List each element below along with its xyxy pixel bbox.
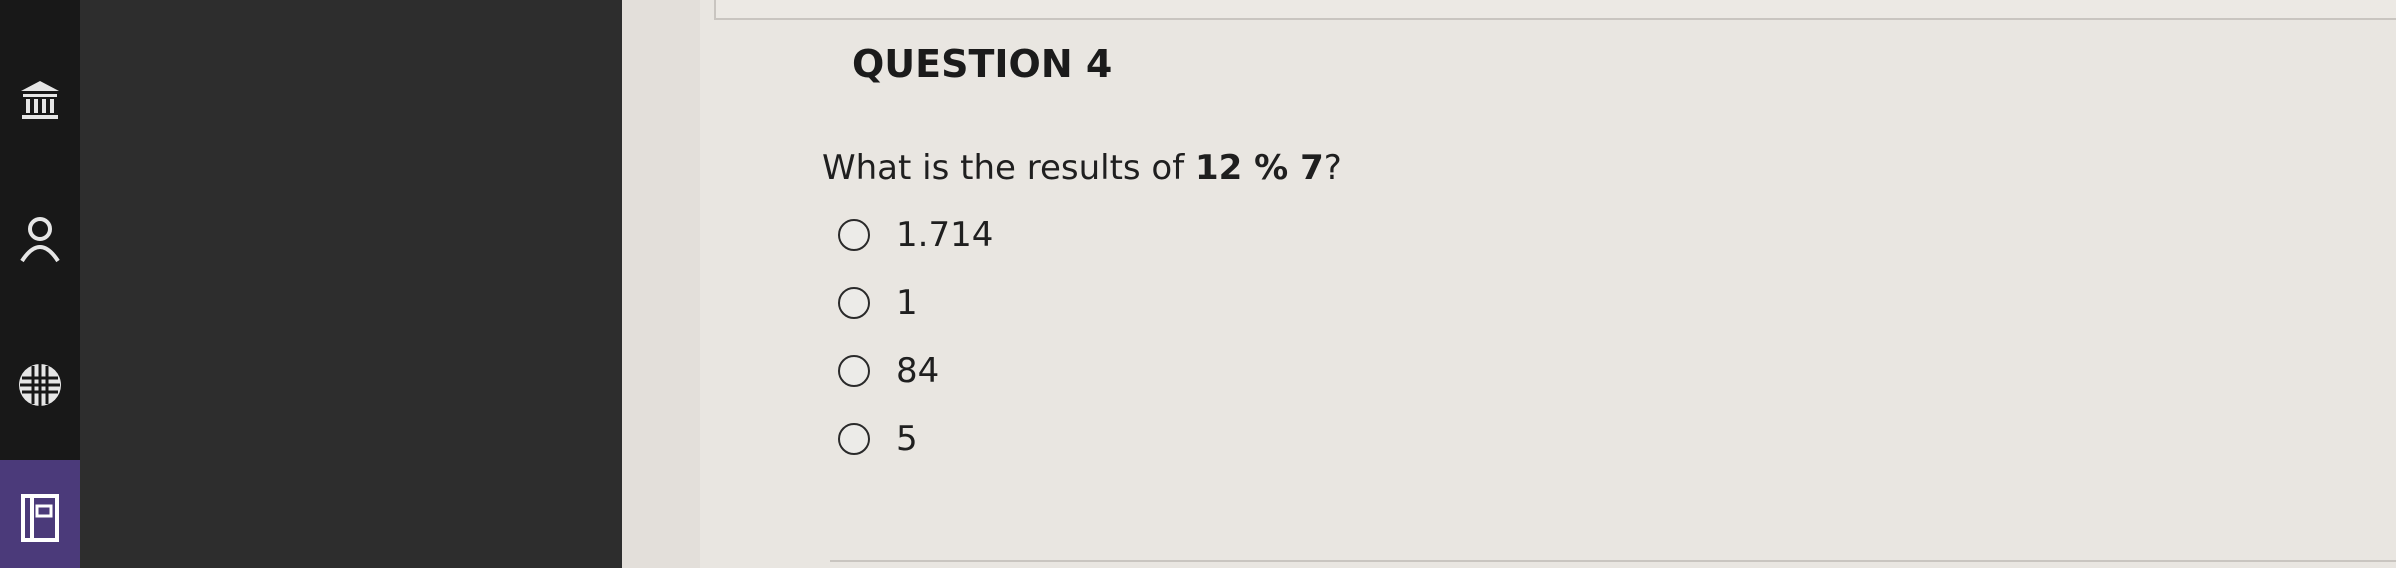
question-heading: QUESTION 4 [852,42,1113,86]
radio-button[interactable] [838,287,870,319]
gutter [622,0,700,568]
question-prompt-suffix: ? [1323,148,1342,188]
profile-icon[interactable] [10,210,70,270]
side-panel [80,0,622,568]
question-expression: 12 % 7 [1195,148,1324,188]
answer-option[interactable]: 1 [838,283,918,323]
divider [830,560,2396,562]
answer-option[interactable]: 84 [838,351,939,391]
radio-button[interactable] [838,355,870,387]
answer-option-label: 84 [896,351,940,391]
radio-button[interactable] [838,219,870,251]
nav-item-active[interactable] [0,460,80,568]
answer-option-label: 1.714 [896,215,994,255]
courses-icon[interactable] [10,488,70,548]
globe-icon[interactable] [10,355,70,415]
question-prompt-text: What is the results of [822,148,1196,188]
radio-button[interactable] [838,423,870,455]
question-prompt: What is the results of 12 % 7? [822,148,1342,188]
answer-option-label: 1 [896,283,918,323]
answer-option[interactable]: 1.714 [838,215,993,255]
previous-question-box [714,0,2396,20]
answer-option[interactable]: 5 [838,419,918,459]
answer-option-label: 5 [896,419,918,459]
institution-icon[interactable] [10,70,70,130]
